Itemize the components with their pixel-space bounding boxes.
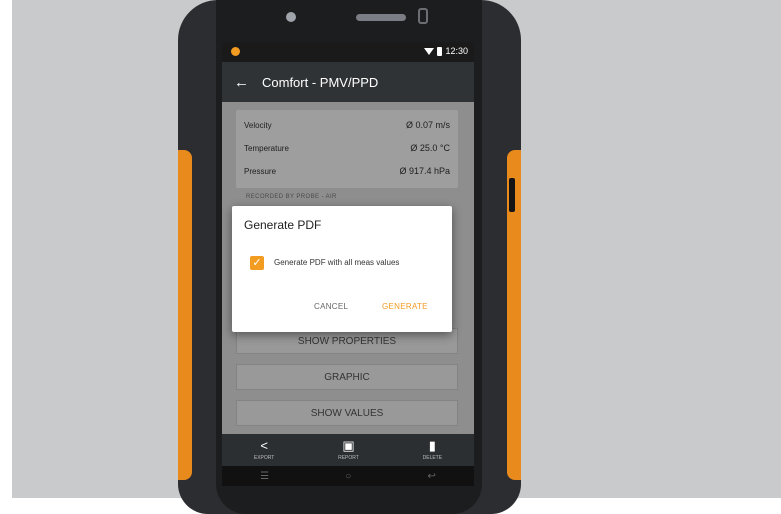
nav-label: EXPORT [253,455,275,461]
status-bar: 12:30 [222,42,474,62]
bottom-nav: < EXPORT ▣ REPORT ▮ DELETE [222,434,474,466]
home-softkey-icon[interactable]: ○ [345,471,351,482]
share-icon: < [260,438,268,453]
back-softkey-icon[interactable]: ↩ [427,471,435,482]
delete-icon: ▮ [428,438,436,453]
side-button [509,178,515,212]
nav-label: REPORT [338,455,359,461]
cancel-button[interactable]: CANCEL [314,302,348,311]
all-values-checkbox[interactable]: ✓ [250,256,264,270]
export-nav-item[interactable]: < EXPORT [253,438,275,462]
nav-label: DELETE [422,455,443,461]
camera-icon [286,12,296,22]
left-bumper [178,150,192,480]
sensor-icon [418,8,428,24]
delete-nav-item[interactable]: ▮ DELETE [422,438,443,462]
back-arrow-icon[interactable]: ← [234,74,252,91]
generate-pdf-dialog: Generate PDF ✓ Generate PDF with all mea… [232,206,452,332]
checkbox-label: Generate PDF with all meas values [274,258,400,267]
page-title: Comfort - PMV/PPD [262,74,379,90]
report-icon: ▣ [342,438,355,453]
battery-icon [437,46,443,56]
system-softkeys: ☰ ○ ↩ [222,466,474,486]
notification-dot-icon [231,47,240,56]
status-time: 12:30 [445,46,468,56]
app-bar: ← Comfort - PMV/PPD [222,62,474,102]
device-screen: 12:30 ← Comfort - PMV/PPD Velocity Ø 0.0… [222,42,474,486]
speaker-grille [356,14,406,21]
dialog-title: Generate PDF [244,218,322,232]
generate-button[interactable]: GENERATE [382,302,428,311]
checkmark-icon: ✓ [252,257,262,269]
report-nav-item[interactable]: ▣ REPORT [338,438,359,462]
menu-softkey-icon[interactable]: ☰ [260,471,269,482]
wifi-icon [424,47,435,55]
